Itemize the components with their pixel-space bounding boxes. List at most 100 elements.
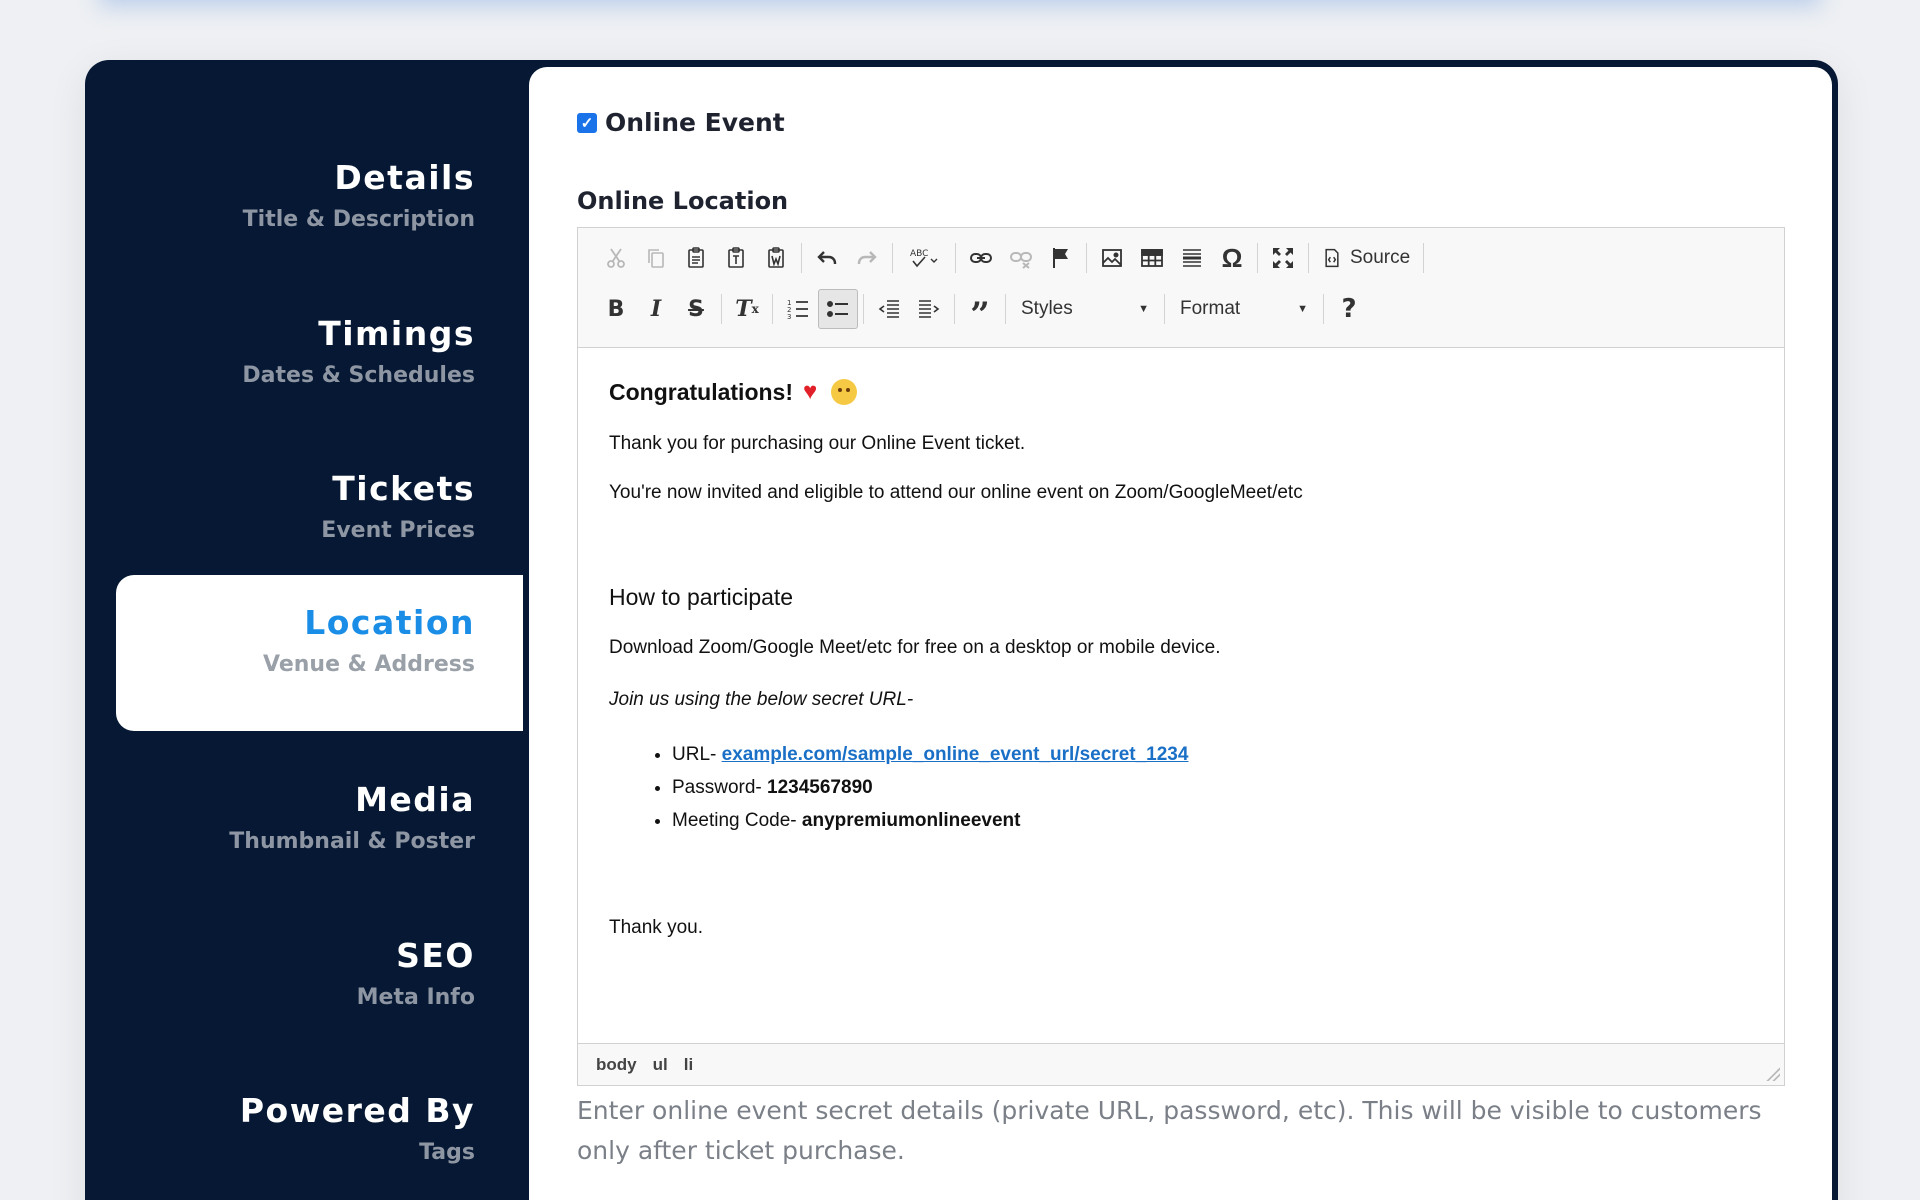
meeting-code-value: anypremiumonlineevent: [801, 810, 1021, 832]
password-value: 1234567890: [767, 777, 873, 799]
toolbar-separator: [955, 243, 956, 273]
content-heading-text: Congratulations!: [609, 378, 793, 405]
toolbar-separator: [892, 243, 893, 273]
editor-content-area[interactable]: Congratulations! ♥ Thank you for purchas…: [578, 349, 1784, 1043]
chevron-down-icon: ▼: [1297, 303, 1308, 315]
indent-icon[interactable]: [909, 289, 949, 329]
sidebar-item-title: Tickets: [332, 469, 475, 508]
online-event-label: Online Event: [605, 108, 785, 137]
sidebar-item-title: Details: [334, 158, 475, 197]
spellcheck-icon[interactable]: ABC: [898, 238, 950, 278]
sidebar-item-subtitle: Title & Description: [242, 207, 475, 232]
styles-dropdown[interactable]: Styles ▼: [1011, 289, 1159, 329]
sidebar-item-media[interactable]: Media Thumbnail & Poster: [116, 752, 523, 908]
horizontal-line-icon[interactable]: [1172, 238, 1212, 278]
party-face-emoji-icon: [831, 379, 858, 405]
sidebar-item-subtitle: Thumbnail & Poster: [229, 829, 475, 854]
content-heading: Congratulations! ♥: [609, 377, 1753, 407]
content-paragraph: You're now invited and eligible to atten…: [609, 481, 1303, 503]
heart-emoji-icon: ♥: [803, 378, 818, 405]
list-item: Meeting Code- anypremiumonlineevent: [672, 804, 1753, 837]
toolbar-row-2: B I S Tx 123 ” Styles ▼ Format ▼ ?: [596, 287, 1369, 335]
styles-dropdown-label: Styles: [1021, 298, 1073, 319]
svg-text:ABC: ABC: [910, 249, 928, 259]
sidebar-item-title: Timings: [318, 314, 475, 353]
source-icon: [1325, 248, 1339, 268]
toolbar-separator: [954, 294, 955, 324]
sidebar-item-timings[interactable]: Timings Dates & Schedules: [116, 286, 523, 442]
toolbar-separator: [772, 294, 773, 324]
meeting-code-label: Meeting Code-: [672, 810, 802, 832]
paste-icon[interactable]: [676, 238, 716, 278]
toolbar-separator: [1423, 243, 1425, 273]
content-paragraph: Download Zoom/Google Meet/etc for free o…: [609, 636, 1221, 658]
special-char-icon[interactable]: Ω: [1212, 238, 1252, 278]
image-icon[interactable]: [1092, 238, 1132, 278]
format-dropdown-label: Format: [1180, 298, 1241, 319]
online-location-help-text: Enter online event secret details (priva…: [577, 1096, 1762, 1165]
redo-icon[interactable]: [847, 238, 887, 278]
undo-icon[interactable]: [807, 238, 847, 278]
sidebar-item-tickets[interactable]: Tickets Event Prices: [116, 441, 523, 597]
sidebar-item-powered-by[interactable]: Powered By Tags: [116, 1063, 523, 1200]
content-paragraph: Thank you for purchasing our Online Even…: [609, 433, 1026, 454]
toolbar-separator: [1308, 243, 1309, 273]
sidebar-item-details[interactable]: Details Title & Description: [116, 130, 523, 286]
toolbar-separator: [1164, 294, 1165, 324]
sidebar-item-subtitle: Venue & Address: [263, 652, 475, 677]
help-icon[interactable]: ?: [1329, 289, 1369, 329]
details-list: URL- example.com/sample_online_event_url…: [609, 738, 1753, 837]
sidebar-item-seo[interactable]: SEO Meta Info: [116, 908, 523, 1064]
format-dropdown[interactable]: Format ▼: [1170, 289, 1318, 329]
link-icon[interactable]: [961, 238, 1001, 278]
bulleted-list-icon[interactable]: [818, 289, 858, 329]
sidebar-item-location[interactable]: Location Venue & Address: [116, 575, 523, 731]
toolbar-separator: [1086, 243, 1087, 273]
online-location-label: Online Location: [577, 187, 789, 215]
unlink-icon[interactable]: [1001, 238, 1041, 278]
copy-icon[interactable]: [636, 238, 676, 278]
content-closing: Thank you.: [609, 917, 703, 939]
path-crumb-li[interactable]: li: [684, 1055, 693, 1075]
resize-handle-icon[interactable]: [1766, 1067, 1780, 1081]
sidebar-item-title: Media: [355, 780, 475, 819]
anchor-flag-icon[interactable]: [1041, 238, 1081, 278]
location-panel: ✓ Online Event Online Location ABC Ω Sou…: [529, 67, 1832, 1200]
maximize-icon[interactable]: [1263, 238, 1303, 278]
path-crumb-ul[interactable]: ul: [653, 1055, 668, 1075]
toolbar-separator: [863, 294, 864, 324]
checkbox-checked-icon[interactable]: ✓: [577, 112, 597, 133]
toolbar-separator: [1323, 294, 1324, 324]
toolbar-separator: [1005, 294, 1006, 324]
source-button[interactable]: Source: [1314, 238, 1418, 278]
list-item: URL- example.com/sample_online_event_url…: [672, 738, 1753, 771]
strike-icon[interactable]: S: [676, 289, 716, 329]
paste-text-icon[interactable]: [716, 238, 756, 278]
url-label: URL-: [672, 744, 722, 766]
toolbar-separator: [721, 294, 722, 324]
online-event-checkbox[interactable]: ✓ Online Event: [577, 108, 785, 137]
path-crumb-body[interactable]: body: [596, 1055, 637, 1075]
paste-word-icon[interactable]: [756, 238, 796, 278]
toolbar-separator: [1257, 243, 1258, 273]
outdent-icon[interactable]: [869, 289, 909, 329]
sidebar-item-title: SEO: [396, 936, 475, 975]
toolbar-separator: [801, 243, 802, 273]
chevron-down-icon: ▼: [1138, 303, 1149, 315]
list-item: Password- 1234567890: [672, 771, 1753, 804]
secret-url-link[interactable]: example.com/sample_online_event_url/secr…: [722, 744, 1189, 765]
event-editor-card: Details Title & Description Timings Date…: [85, 60, 1838, 1200]
cut-icon[interactable]: [596, 238, 636, 278]
table-icon[interactable]: [1132, 238, 1172, 278]
bold-icon[interactable]: B: [596, 289, 636, 329]
password-label: Password-: [672, 777, 768, 799]
blockquote-icon[interactable]: ”: [960, 289, 1000, 335]
numbered-list-icon[interactable]: 123: [778, 289, 818, 329]
sidebar-item-title: Location: [304, 603, 475, 642]
rich-text-editor: ABC Ω Source B I S T x 1 2 3 ” Styles ▼ …: [577, 227, 1785, 1086]
italic-icon[interactable]: I: [636, 289, 676, 329]
toolbar-row-1: ABC Ω Source: [596, 236, 1429, 280]
content-subheading: How to participate: [609, 583, 794, 610]
remove-format-icon[interactable]: Tx: [727, 289, 767, 329]
sidebar-item-subtitle: Tags: [419, 1140, 475, 1165]
